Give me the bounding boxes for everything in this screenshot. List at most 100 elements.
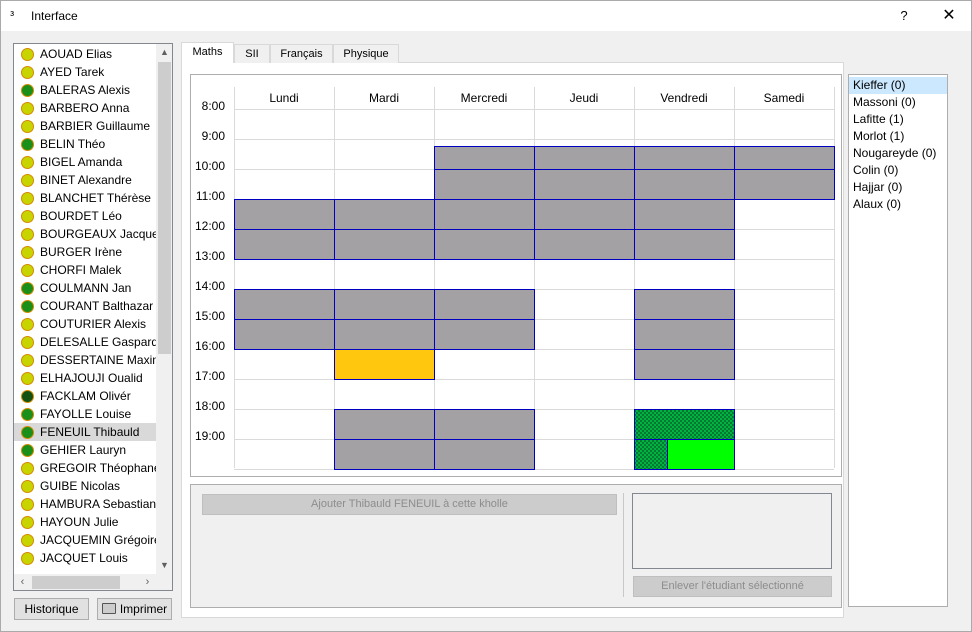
student-item[interactable]: CHORFI Malek [14,261,156,279]
separator [623,493,624,597]
schedule-slot-highlighted[interactable] [334,349,435,380]
status-dot-icon [21,372,34,385]
student-item[interactable]: BARBERO Anna [14,99,156,117]
close-button[interactable]: ✕ [931,4,967,28]
schedule-slot-taken[interactable] [534,169,635,200]
help-button[interactable]: ? [889,4,919,28]
student-name: FENEUIL Thibauld [40,425,140,439]
student-name: HAMBURA Sebastian [40,497,156,511]
schedule-slot-taken[interactable] [634,319,735,350]
student-item[interactable]: BARBIER Guillaume [14,117,156,135]
schedule-slot-taken[interactable] [234,199,335,230]
student-item[interactable]: GEHIER Lauryn [14,441,156,459]
schedule-slot-assigned[interactable] [667,439,735,470]
student-item[interactable]: BOURGEAUX Jacques [14,225,156,243]
tab-sii[interactable]: SII [234,44,270,63]
schedule-slot-taken[interactable] [634,146,735,170]
student-item[interactable]: AOUAD Elias [14,45,156,63]
schedule-slot-taken[interactable] [334,229,435,260]
remove-student-button[interactable]: Enlever l'étudiant sélectionné [633,576,832,597]
scroll-up-arrow-icon[interactable]: ▲ [156,44,172,61]
examiner-list[interactable]: Kieffer (0) Massoni (0) Lafitte (1) Morlot … [848,74,948,607]
student-item[interactable]: FAYOLLE Louise [14,405,156,423]
student-item[interactable]: BOURDET Léo [14,207,156,225]
examiner-item[interactable]: Lafitte (1) [849,111,947,128]
actions-panel: Ajouter Thibauld FENEUIL à cette kholle … [190,484,842,608]
vertical-scrollbar[interactable]: ▲ ▼ [156,44,172,574]
schedule-slot-taken[interactable] [334,289,435,320]
examiner-item[interactable]: Colin (0) [849,162,947,179]
schedule-slot-taken[interactable] [234,319,335,350]
student-item[interactable]: COURANT Balthazar [14,297,156,315]
schedule-slot-assigned-hatched[interactable] [634,439,668,470]
examiner-item[interactable]: Morlot (1) [849,128,947,145]
schedule-slot-taken[interactable] [434,439,535,470]
schedule-slot-taken[interactable] [334,409,435,440]
student-item[interactable]: FACKLAM Olivér [14,387,156,405]
scroll-right-arrow-icon[interactable]: › [139,574,156,590]
student-list[interactable]: AOUAD Elias AYED Tarek BALERAS Alexis BARBE… [13,43,173,591]
student-item[interactable]: JACQUET Louis [14,549,156,567]
student-item[interactable]: BELIN Théo [14,135,156,153]
schedule-slot-taken[interactable] [434,409,535,440]
examiner-item[interactable]: Nougareyde (0) [849,145,947,162]
student-item[interactable]: AYED Tarek [14,63,156,81]
schedule-slot-taken[interactable] [534,229,635,260]
examiner-item[interactable]: Kieffer (0) [849,77,947,94]
examiner-item[interactable]: Alaux (0) [849,196,947,213]
schedule-slot-taken[interactable] [334,439,435,470]
student-item[interactable]: FENEUIL Thibauld [14,423,156,441]
student-item[interactable]: GREGOIR Théophane [14,459,156,477]
horizontal-scrollbar[interactable]: ‹ › [14,574,156,590]
schedule-slot-taken[interactable] [334,319,435,350]
selected-students-list[interactable] [632,493,832,569]
print-button[interactable]: Imprimer [97,598,172,620]
tab-maths[interactable]: Maths [181,42,234,63]
scroll-down-arrow-icon[interactable]: ▼ [156,557,172,574]
vertical-scroll-thumb[interactable] [158,62,171,354]
schedule-slot-taken[interactable] [534,146,635,170]
schedule-slot-taken[interactable] [234,289,335,320]
schedule-slot-taken[interactable] [334,199,435,230]
student-item[interactable]: DELESALLE Gaspard [14,333,156,351]
tab-physique[interactable]: Physique [333,44,399,63]
schedule-slot-taken[interactable] [234,229,335,260]
tab-francais[interactable]: Français [270,44,333,63]
examiner-item[interactable]: Hajjar (0) [849,179,947,196]
schedule-slot-taken[interactable] [634,289,735,320]
schedule-slot-taken[interactable] [634,229,735,260]
student-item[interactable]: BURGER Irène [14,243,156,261]
student-item[interactable]: BIGEL Amanda [14,153,156,171]
student-item[interactable]: BINET Alexandre [14,171,156,189]
student-item[interactable]: COULMANN Jan [14,279,156,297]
schedule-slot-taken[interactable] [434,289,535,320]
horizontal-scroll-thumb[interactable] [32,576,120,589]
schedule-slot-taken[interactable] [434,319,535,350]
schedule-slot-taken[interactable] [734,169,835,200]
schedule-slot-taken[interactable] [634,169,735,200]
schedule-slot-taken[interactable] [434,199,535,230]
schedule-slot-taken[interactable] [434,229,535,260]
schedule-slot-taken[interactable] [734,146,835,170]
student-item[interactable]: ELHAJOUJI Oualid [14,369,156,387]
scroll-left-arrow-icon[interactable]: ‹ [14,574,31,590]
schedule-slot-taken[interactable] [534,199,635,230]
examiner-item[interactable]: Massoni (0) [849,94,947,111]
schedule-slot-taken[interactable] [634,349,735,380]
schedule-slot-taken[interactable] [434,146,535,170]
student-item[interactable]: JACQUEMIN Grégoire [14,531,156,549]
add-student-button[interactable]: Ajouter Thibauld FENEUIL à cette kholle [202,494,617,515]
schedule-slot-taken[interactable] [634,199,735,230]
student-item[interactable]: DESSERTAINE Maxime [14,351,156,369]
tab-label: Français [280,48,323,60]
student-item[interactable]: HAMBURA Sebastian [14,495,156,513]
student-item[interactable]: GUIBE Nicolas [14,477,156,495]
hour-label: 13:00 [195,249,226,263]
student-item[interactable]: BLANCHET Thérèse [14,189,156,207]
student-item[interactable]: BALERAS Alexis [14,81,156,99]
student-item[interactable]: COUTURIER Alexis [14,315,156,333]
student-item[interactable]: HAYOUN Julie [14,513,156,531]
schedule-slot-taken[interactable] [434,169,535,200]
history-button[interactable]: Historique [14,598,89,620]
schedule-slot-assigned-hatched[interactable] [634,409,735,440]
